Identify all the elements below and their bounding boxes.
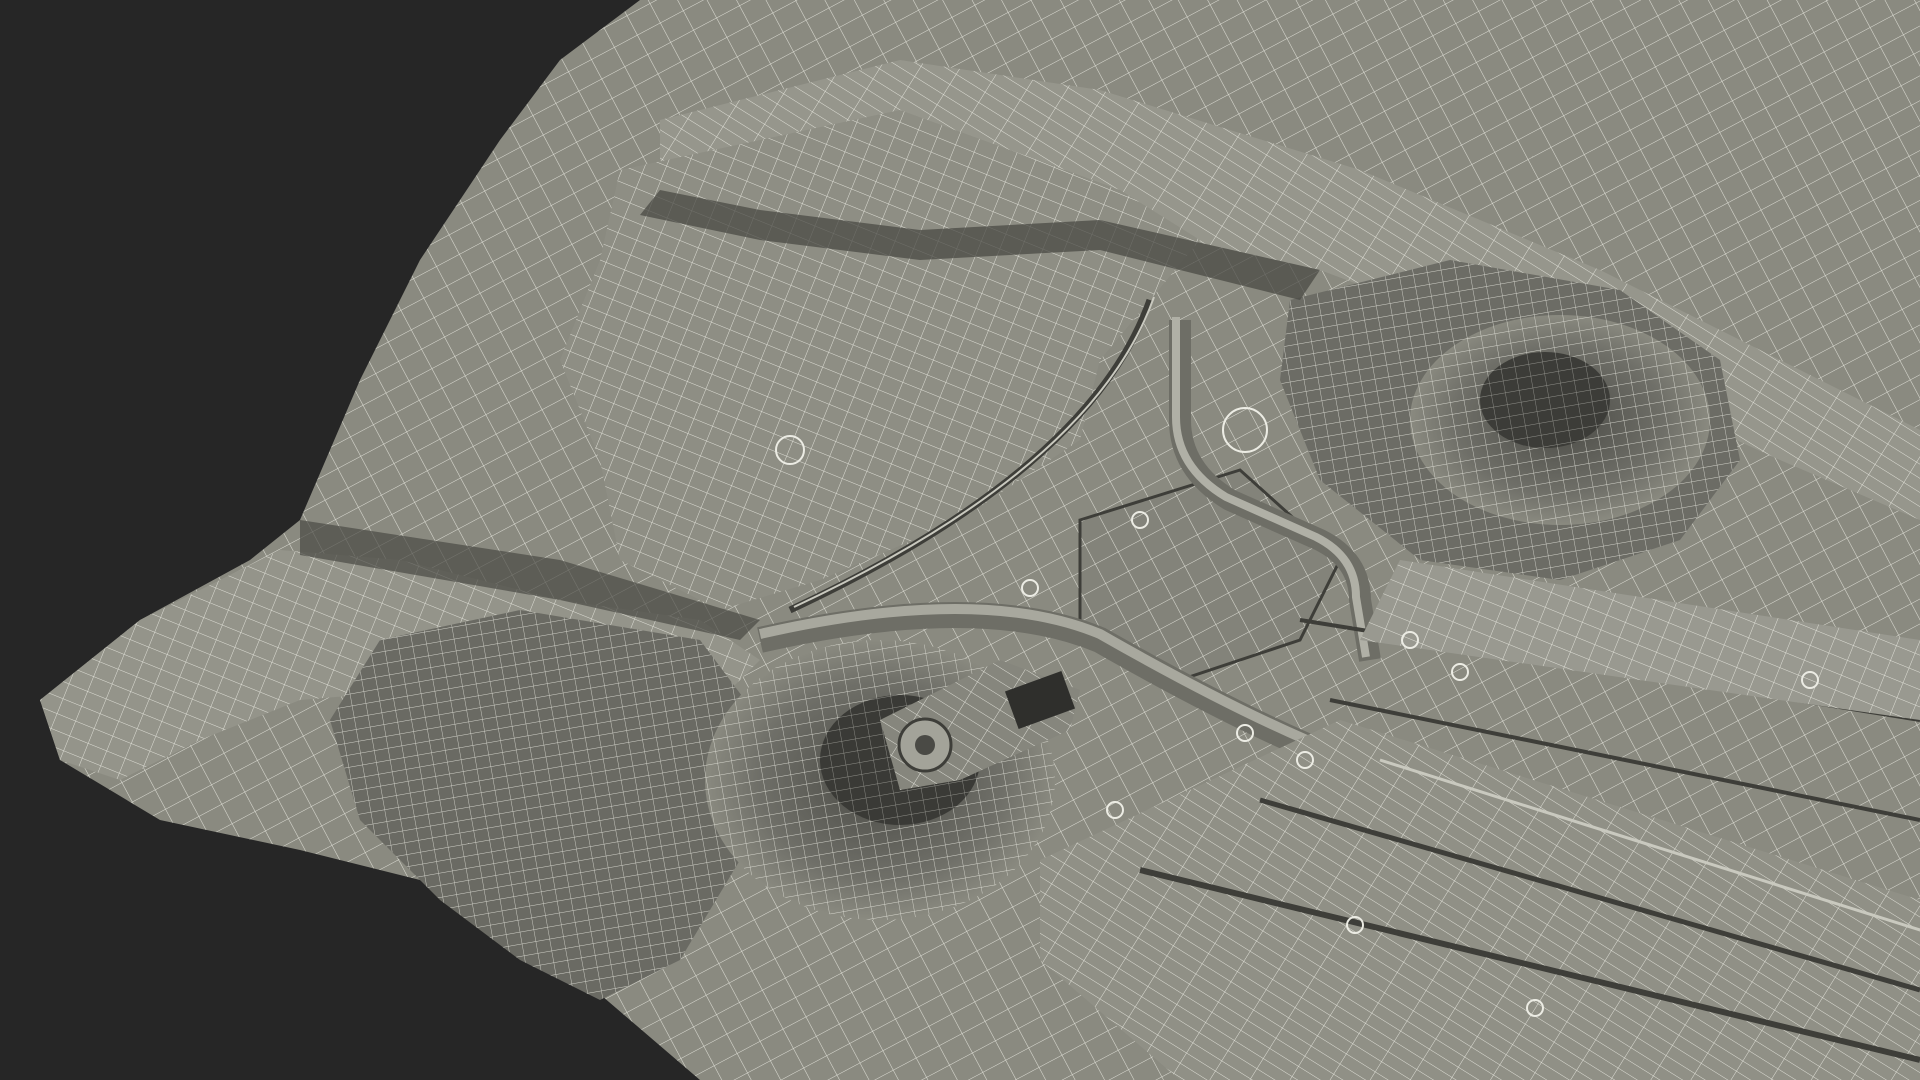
render-viewport — [0, 0, 1920, 1080]
wireframe-render — [40, 0, 1920, 1080]
